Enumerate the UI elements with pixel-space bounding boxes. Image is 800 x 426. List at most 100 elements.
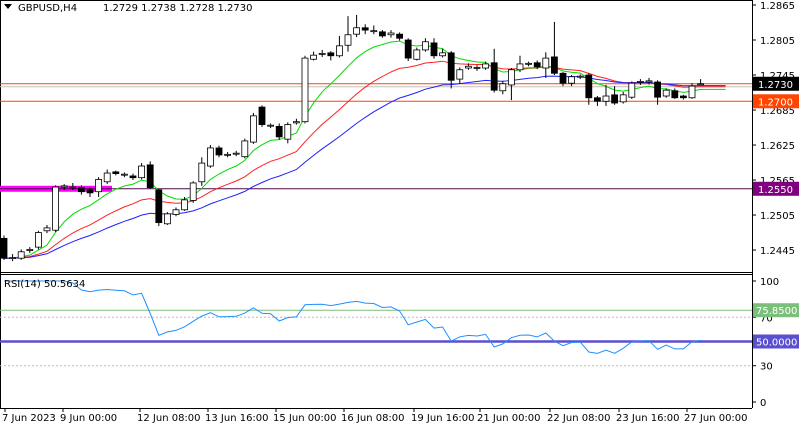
bull-candle-body: [241, 140, 249, 158]
bull-candle-body: [206, 147, 214, 167]
time-label: 22 Jun 08:00: [547, 413, 611, 424]
candle: [344, 16, 352, 52]
candle: [275, 123, 283, 140]
bull-candle-body: [464, 65, 472, 69]
bull-candle-body: [103, 172, 111, 183]
symbol-label: GBPUSD,H4: [18, 3, 77, 14]
candle: [361, 24, 369, 35]
collapse-triangle-icon: [4, 4, 12, 9]
bull-candle-body: [568, 76, 575, 84]
price-label: 1.2550: [758, 185, 793, 196]
candle: [267, 123, 275, 129]
candle: [172, 207, 180, 217]
bull-candle-body: [482, 63, 490, 69]
rsi-title: RSI(14) 50.5634: [4, 279, 85, 290]
bear-candle-body: [611, 94, 618, 104]
candle: [232, 150, 240, 157]
bear-candle-body: [533, 62, 541, 68]
bull-candle-body: [318, 53, 326, 55]
candle: [507, 68, 515, 101]
candle: [284, 122, 292, 144]
bull-candle-body: [507, 69, 515, 86]
bear-candle-body: [327, 52, 335, 57]
candle: [594, 96, 601, 106]
bear-candle-body: [129, 175, 137, 179]
candles: [0, 14, 704, 262]
bull-candle-body: [516, 63, 524, 71]
bull-candle-body: [292, 121, 300, 124]
price-label: 1.2730: [758, 80, 793, 91]
candle: [249, 112, 257, 144]
bear-candle-body: [447, 52, 455, 81]
candle: [301, 55, 309, 124]
bear-candle-body: [404, 39, 412, 59]
candle: [378, 30, 386, 38]
candle: [404, 38, 412, 62]
bull-candle-body: [310, 54, 318, 60]
rsi-tick-label: 0: [760, 398, 766, 409]
bear-candle-body: [86, 189, 94, 194]
bull-candle-body: [138, 165, 146, 179]
bull-candle-body: [224, 153, 232, 156]
time-label: 16 Jun 08:00: [341, 413, 405, 424]
bear-candle-body: [430, 42, 438, 57]
bull-candle-body: [35, 232, 42, 248]
candle: [335, 35, 343, 58]
price-tick-label: 1.2625: [760, 141, 795, 152]
bear-candle-body: [551, 56, 558, 74]
candle: [43, 224, 51, 234]
candle: [146, 161, 154, 189]
candle: [499, 80, 507, 95]
candle: [206, 145, 214, 168]
candle: [619, 91, 627, 104]
candle: [292, 118, 300, 125]
price-tick-label: 1.2505: [760, 211, 795, 222]
bull-candle-body: [353, 27, 361, 35]
candle: [628, 81, 636, 99]
candle: [198, 157, 206, 186]
candle: [310, 51, 318, 61]
candle: [26, 247, 34, 253]
bull-candle-body: [628, 82, 636, 98]
bull-candle-body: [301, 57, 309, 123]
candle: [542, 52, 550, 78]
candle: [456, 67, 464, 84]
bull-candle-body: [697, 83, 704, 86]
bull-candle-body: [439, 52, 447, 57]
candle: [224, 152, 232, 158]
candle: [353, 14, 361, 38]
candle: [525, 61, 532, 67]
price-tick-label: 1.2805: [760, 36, 795, 47]
candle: [95, 177, 102, 197]
bull-candle-body: [370, 30, 378, 33]
bull-candle-body: [121, 173, 128, 176]
candle: [516, 55, 524, 73]
rsi-indicator: [0, 280, 752, 367]
time-label: 27 Jun 00:00: [684, 413, 748, 424]
moving-averages: [3, 40, 726, 259]
bull-candle-body: [662, 89, 670, 97]
bull-candle-body: [637, 81, 644, 83]
bear-candle-body: [594, 97, 601, 102]
candle: [602, 84, 610, 106]
bear-candle-body: [0, 237, 8, 259]
candle: [413, 47, 421, 61]
bull-candle-body: [576, 75, 584, 78]
bull-candle-body: [43, 227, 51, 232]
rsi-level-label: 75.8500: [756, 306, 797, 317]
bull-candle-body: [344, 34, 352, 46]
candle: [551, 21, 558, 76]
bull-candle-body: [69, 186, 77, 189]
time-label: 15 Jun 00:00: [273, 413, 337, 424]
trading-chart[interactable]: 1.28651.28051.27451.26851.26251.25651.25…: [0, 0, 800, 426]
time-label: 23 Jun 16:00: [616, 413, 680, 424]
bear-candle-body: [490, 62, 498, 91]
bull-candle-body: [499, 83, 507, 92]
candle: [370, 25, 378, 35]
price-tick-label: 1.2445: [760, 246, 795, 257]
candle: [490, 48, 498, 93]
candle: [241, 138, 249, 159]
candle: [482, 61, 490, 70]
bull-candle-body: [456, 69, 464, 80]
bull-candle-body: [473, 67, 481, 69]
